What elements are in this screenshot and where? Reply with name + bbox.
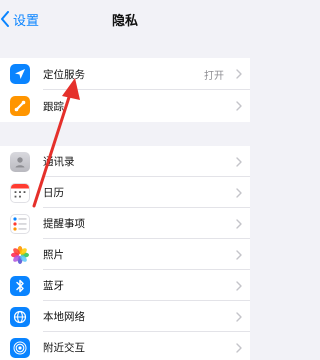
calendar-icon <box>10 182 30 203</box>
row-local-network[interactable]: 本地网络 <box>0 301 250 332</box>
row-reminders[interactable]: 提醒事项 <box>0 208 250 239</box>
chevron-right-icon <box>236 101 242 111</box>
row-value: 打开 <box>204 70 224 82</box>
reminders-icon <box>10 213 30 234</box>
bluetooth-icon <box>10 275 30 296</box>
row-calendar[interactable]: 日历 <box>0 177 250 208</box>
row-label: 照片 <box>43 249 64 261</box>
chevron-right-icon <box>236 249 242 260</box>
chevron-right-icon <box>236 311 242 322</box>
tracking-icon <box>10 96 30 116</box>
row-label: 定位服务 <box>43 68 85 81</box>
row-label: 附近交互 <box>43 342 85 354</box>
chevron-right-icon <box>236 69 242 79</box>
row-label: 日历 <box>43 187 64 199</box>
page-title: 隐私 <box>111 14 138 29</box>
row-contacts[interactable]: 通讯录 <box>0 146 250 177</box>
photos-icon <box>10 244 30 265</box>
chevron-right-icon <box>236 218 242 229</box>
row-nearby-interaction[interactable]: 附近交互 <box>0 332 250 360</box>
row-label: 提醒事项 <box>43 218 85 230</box>
row-label: 本地网络 <box>43 311 85 323</box>
settings-group-location: 定位服务 打开 跟踪 <box>0 58 250 122</box>
chevron-right-icon <box>236 187 242 198</box>
row-label: 通讯录 <box>43 156 75 168</box>
chevron-right-icon <box>236 280 242 291</box>
local-network-icon <box>10 306 30 327</box>
navigation-bar: 设置 隐私 <box>0 0 250 40</box>
contacts-icon <box>10 151 30 172</box>
location-arrow-icon <box>10 64 30 84</box>
nearby-interaction-icon <box>10 337 30 358</box>
row-label: 跟踪 <box>43 100 64 113</box>
row-bluetooth[interactable]: 蓝牙 <box>0 270 250 301</box>
row-label: 蓝牙 <box>43 280 64 292</box>
row-tracking[interactable]: 跟踪 <box>0 90 250 122</box>
chevron-right-icon <box>236 156 242 167</box>
row-photos[interactable]: 照片 <box>0 239 250 270</box>
chevron-right-icon <box>236 342 242 353</box>
settings-group-data-access: 通讯录 日历 提醒事项 照片 蓝牙 本地网络 附近交互 <box>0 146 250 360</box>
row-location-services[interactable]: 定位服务 打开 <box>0 58 250 90</box>
